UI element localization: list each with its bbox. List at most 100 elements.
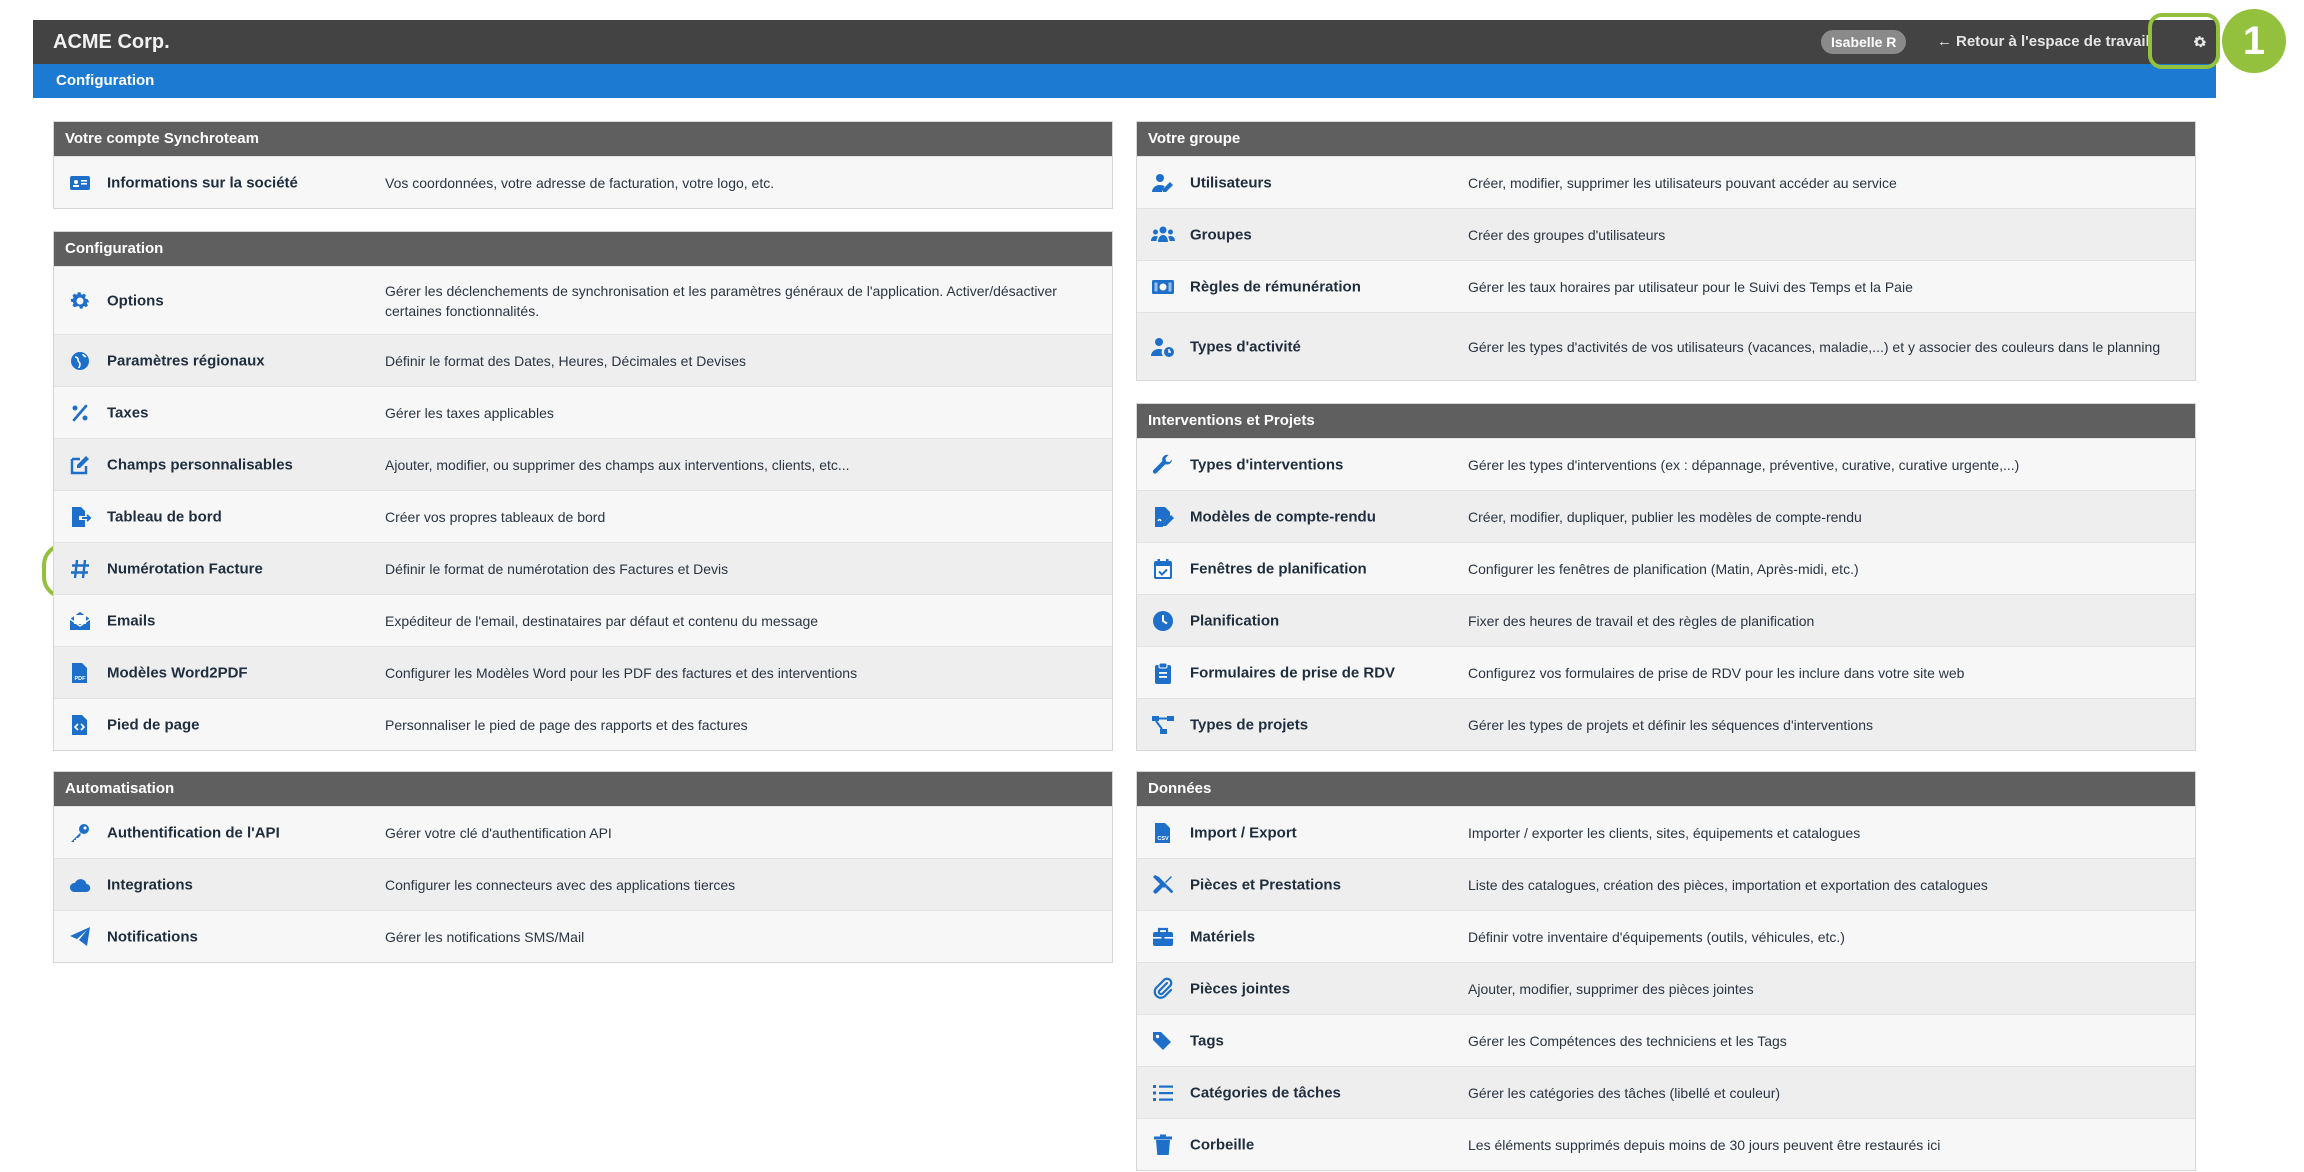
settings-row-label[interactable]: Types d'interventions bbox=[1190, 456, 1343, 473]
clipboard-icon bbox=[1150, 660, 1176, 686]
settings-row-label[interactable]: Modèles de compte-rendu bbox=[1190, 508, 1376, 525]
settings-row-label[interactable]: Corbeille bbox=[1190, 1136, 1254, 1153]
callout-1-badge: 1 bbox=[2222, 9, 2286, 73]
settings-row-label[interactable]: Pièces et Prestations bbox=[1190, 876, 1341, 893]
settings-row-groupe-1[interactable]: Groupes Créer des groupes d'utilisateurs bbox=[1137, 208, 2195, 260]
settings-row-description: Gérer les déclenchements de synchronisat… bbox=[385, 282, 1057, 319]
briefcase-icon bbox=[1150, 924, 1176, 950]
settings-row-interv-3[interactable]: Planification Fixer des heures de travail… bbox=[1137, 594, 2195, 646]
file-export-icon bbox=[67, 504, 93, 530]
settings-row-donnees-0[interactable]: CSV Import / Export Importer / exporter le… bbox=[1137, 806, 2195, 858]
settings-row-config-4[interactable]: Tableau de bord Créer vos propres tableau… bbox=[54, 490, 1112, 542]
settings-row-description: Les éléments supprimés depuis moins de 3… bbox=[1468, 1136, 1941, 1153]
settings-row-description: Définir votre inventaire d'équipements (… bbox=[1468, 928, 1845, 945]
settings-row-description: Gérer les taxes applicables bbox=[385, 404, 554, 421]
settings-row-label[interactable]: Champs personnalisables bbox=[107, 456, 293, 473]
settings-row-label[interactable]: Import / Export bbox=[1190, 824, 1297, 841]
settings-row-label[interactable]: Règles de rémunération bbox=[1190, 278, 1361, 295]
settings-row-label[interactable]: Integrations bbox=[107, 876, 193, 893]
panel-interventions: Interventions et Projets Types d'interve… bbox=[1136, 403, 2196, 751]
settings-row-config-3[interactable]: Champs personnalisables Ajouter, modifier… bbox=[54, 438, 1112, 490]
settings-row-label[interactable]: Authentification de l'API bbox=[107, 824, 280, 841]
settings-row-label[interactable]: Pièces jointes bbox=[1190, 980, 1290, 997]
settings-row-groupe-2[interactable]: Règles de rémunération Gérer les taux hor… bbox=[1137, 260, 2195, 312]
settings-row-auto-2[interactable]: Notifications Gérer les notifications SMS… bbox=[54, 910, 1112, 962]
page-title: Configuration bbox=[56, 72, 155, 89]
settings-row-label[interactable]: Formulaires de prise de RDV bbox=[1190, 664, 1395, 681]
user-clock-icon bbox=[1150, 334, 1176, 360]
key-icon bbox=[67, 820, 93, 846]
settings-row-label[interactable]: Types d'activité bbox=[1190, 338, 1301, 355]
settings-row-label[interactable]: Informations sur la société bbox=[107, 174, 298, 191]
settings-row-donnees-1[interactable]: Pièces et Prestations Liste des catalogue… bbox=[1137, 858, 2195, 910]
settings-row-interv-1[interactable]: Modèles de compte-rendu Créer, modifier, … bbox=[1137, 490, 2195, 542]
gear-icon bbox=[67, 288, 93, 314]
settings-row-label[interactable]: Types de projets bbox=[1190, 716, 1308, 733]
brand-name[interactable]: ACME Corp. bbox=[53, 20, 170, 64]
settings-row-label[interactable]: Taxes bbox=[107, 404, 148, 421]
settings-row-donnees-3[interactable]: Pièces jointes Ajouter, modifier, supprim… bbox=[1137, 962, 2195, 1014]
settings-row-label[interactable]: Fenêtres de planification bbox=[1190, 560, 1367, 577]
settings-row-config-5[interactable]: Numérotation Facture Définir le format de… bbox=[54, 542, 1112, 594]
settings-row-description: Gérer les types de projets et définir le… bbox=[1468, 716, 1874, 733]
settings-row-auto-0[interactable]: Authentification de l'API Gérer votre clé… bbox=[54, 806, 1112, 858]
id-card-icon bbox=[67, 170, 93, 196]
file-code-icon bbox=[67, 712, 93, 738]
tags-icon bbox=[1150, 1028, 1176, 1054]
settings-row-description: Ajouter, modifier, supprimer des pièces … bbox=[1468, 980, 1754, 997]
settings-row-interv-5[interactable]: Types de projets Gérer les types de proje… bbox=[1137, 698, 2195, 750]
settings-row-description: Configurer les connecteurs avec des appl… bbox=[385, 876, 736, 893]
settings-row-description: Créer, modifier, dupliquer, publier les … bbox=[1468, 508, 1862, 525]
users-icon bbox=[1150, 222, 1176, 248]
settings-row-description: Définir le format des Dates, Heures, Déc… bbox=[385, 352, 747, 369]
settings-row-label[interactable]: Tableau de bord bbox=[107, 508, 222, 525]
settings-row-description: Configurez vos formulaires de prise de R… bbox=[1468, 664, 1965, 681]
panel-automatisation: Automatisation Authentification de l'API… bbox=[53, 771, 1113, 963]
settings-row-config-2[interactable]: Taxes Gérer les taxes applicables bbox=[54, 386, 1112, 438]
panel-header: Interventions et Projets bbox=[1137, 404, 2195, 438]
settings-row-label[interactable]: Options bbox=[107, 292, 164, 309]
settings-row-donnees-6[interactable]: Corbeille Les éléments supprimés depuis m… bbox=[1137, 1118, 2195, 1170]
paper-plane-icon bbox=[67, 924, 93, 950]
settings-row-interv-2[interactable]: Fenêtres de planification Configurer les … bbox=[1137, 542, 2195, 594]
settings-row-label[interactable]: Notifications bbox=[107, 928, 198, 945]
panel-header: Automatisation bbox=[54, 772, 1112, 806]
settings-row-label[interactable]: Matériels bbox=[1190, 928, 1255, 945]
settings-row-label[interactable]: Paramètres régionaux bbox=[107, 352, 265, 369]
settings-row-interv-0[interactable]: Types d'interventions Gérer les types d'i… bbox=[1137, 438, 2195, 490]
settings-row-interv-4[interactable]: Formulaires de prise de RDV Configurez vo… bbox=[1137, 646, 2195, 698]
settings-row-config-0[interactable]: Options Gérer les déclenchements de synch… bbox=[54, 266, 1112, 334]
settings-row-groupe-3[interactable]: Types d'activité Gérer les types d'activi… bbox=[1137, 312, 2195, 380]
settings-row-label[interactable]: Planification bbox=[1190, 612, 1279, 629]
settings-row-donnees-5[interactable]: Catégories de tâches Gérer les catégories… bbox=[1137, 1066, 2195, 1118]
settings-row-donnees-2[interactable]: Matériels Définir votre inventaire d'équi… bbox=[1137, 910, 2195, 962]
settings-row-config-1[interactable]: Paramètres régionaux Définir le format de… bbox=[54, 334, 1112, 386]
settings-row-label[interactable]: Tags bbox=[1190, 1032, 1224, 1049]
settings-row-description: Créer vos propres tableaux de bord bbox=[385, 508, 606, 525]
settings-row-auto-1[interactable]: Integrations Configurer les connecteurs a… bbox=[54, 858, 1112, 910]
settings-row-donnees-4[interactable]: Tags Gérer les Compétences des technicien… bbox=[1137, 1014, 2195, 1066]
globe-icon bbox=[67, 348, 93, 374]
settings-row-config-6[interactable]: Emails Expéditeur de l'email, destinatair… bbox=[54, 594, 1112, 646]
settings-row-label[interactable]: Groupes bbox=[1190, 226, 1252, 243]
settings-row-description: Gérer les taux horaires par utilisateur … bbox=[1468, 278, 1913, 295]
settings-row-label[interactable]: Catégories de tâches bbox=[1190, 1084, 1341, 1101]
user-badge[interactable]: Isabelle R bbox=[1821, 30, 1907, 54]
svg-text:CSV: CSV bbox=[1157, 836, 1169, 842]
settings-row-label[interactable]: Utilisateurs bbox=[1190, 174, 1272, 191]
user-edit-icon bbox=[1150, 170, 1176, 196]
settings-row-groupe-0[interactable]: Utilisateurs Créer, modifier, supprimer l… bbox=[1137, 156, 2195, 208]
money-bill-icon bbox=[1150, 274, 1176, 300]
settings-row-compte-0[interactable]: Informations sur la société Vos coordonné… bbox=[54, 156, 1112, 208]
cloud-icon bbox=[67, 872, 93, 898]
settings-row-config-8[interactable]: Pied de page Personnaliser le pied de pag… bbox=[54, 698, 1112, 750]
settings-row-description: Gérer les Compétences des techniciens et… bbox=[1468, 1032, 1787, 1049]
settings-row-description: Créer des groupes d'utilisateurs bbox=[1468, 226, 1666, 243]
settings-row-label[interactable]: Emails bbox=[107, 612, 155, 629]
settings-row-description: Vos coordonnées, votre adresse de factur… bbox=[385, 174, 775, 191]
settings-row-label[interactable]: Numérotation Facture bbox=[107, 560, 263, 577]
settings-row-label[interactable]: Modèles Word2PDF bbox=[107, 664, 248, 681]
settings-row-config-7[interactable]: PDF Modèles Word2PDF Configurer les Modèle… bbox=[54, 646, 1112, 698]
settings-row-description: Créer, modifier, supprimer les utilisate… bbox=[1468, 174, 1897, 191]
settings-row-label[interactable]: Pied de page bbox=[107, 716, 200, 733]
